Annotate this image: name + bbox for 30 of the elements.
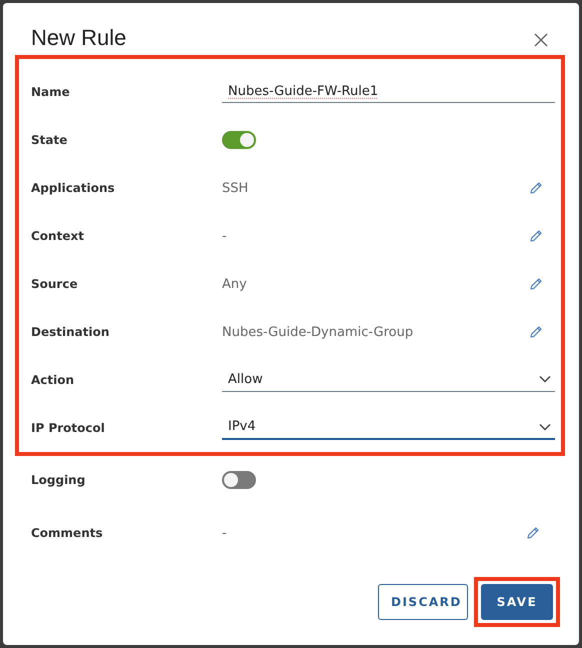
chevron-down-icon <box>539 422 551 430</box>
dropdown-field[interactable]: IPv4 <box>222 416 555 440</box>
toggle-switch[interactable] <box>222 131 256 149</box>
pencil-icon[interactable] <box>529 277 543 291</box>
dropdown-field[interactable]: Allow <box>222 368 555 392</box>
field-label: Logging <box>31 473 86 487</box>
toggle-switch[interactable] <box>222 471 256 489</box>
field-label: Destination <box>31 325 110 339</box>
field-label: Source <box>31 277 79 291</box>
field-label: Applications <box>31 181 116 195</box>
field-label: Context <box>31 229 85 243</box>
field-value: - <box>222 228 227 244</box>
discard-button[interactable]: DISCARD <box>378 584 468 620</box>
field-value: Nubes-Guide-Dynamic-Group <box>222 324 414 340</box>
field-value: Any <box>222 276 247 292</box>
field-label: IP Protocol <box>31 421 106 435</box>
chevron-down-icon <box>539 375 551 383</box>
dialog-title: New Rule <box>31 25 126 51</box>
field-label: Name <box>31 85 71 99</box>
pencil-icon[interactable] <box>529 229 543 243</box>
pencil-icon[interactable] <box>529 325 543 339</box>
field-label: Action <box>31 373 76 387</box>
field-label: State <box>31 133 68 147</box>
field-value: SSH <box>222 180 248 196</box>
save-button[interactable]: SAVE <box>481 584 553 620</box>
field-label: Comments <box>31 526 104 540</box>
pencil-icon[interactable] <box>529 181 543 195</box>
field-value: - <box>222 526 227 540</box>
close-icon[interactable] <box>533 32 549 48</box>
pencil-icon[interactable] <box>526 526 540 540</box>
